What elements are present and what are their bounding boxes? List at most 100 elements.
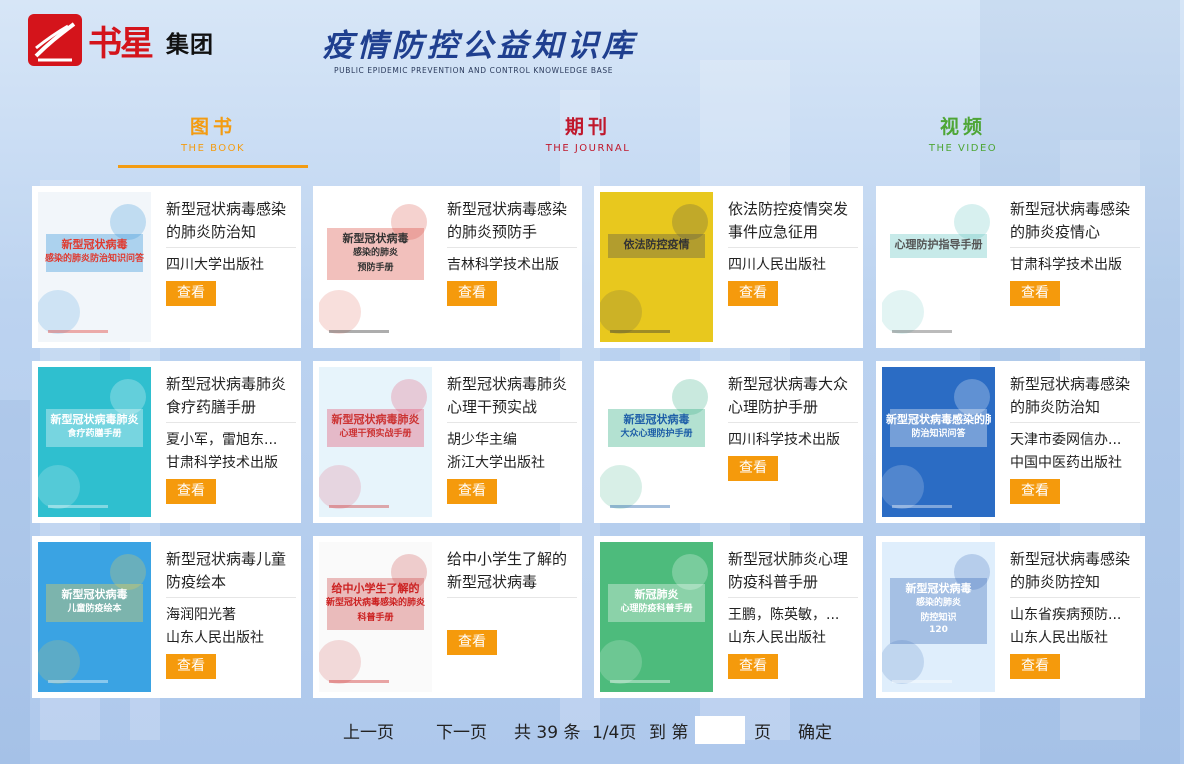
tab-video-label: 视频 [939, 116, 986, 138]
book-cover-text: 新型冠状病毒感染的肺炎 [886, 413, 991, 426]
tab-journal[interactable]: 期刊 THE JOURNAL [493, 112, 683, 168]
book-card[interactable]: 新冠肺炎 心理防疫科普手册 新型冠状肺炎心理防疫科普手册王鹏，陈英敏，... 山东人民… [594, 536, 863, 698]
book-cover-image[interactable]: 心理防护指导手册 [882, 192, 995, 342]
book-card[interactable]: 新型冠状病毒 大众心理防护手册 新型冠状病毒大众心理防护手册 四川科学技术出版 查看 [594, 361, 863, 523]
confirm-button[interactable]: 确定 [798, 718, 832, 743]
book-info: 新型冠状病毒儿童防疫绘本海润阳光著山东人民出版社查看 [166, 548, 296, 679]
page-number-input[interactable] [695, 716, 745, 744]
book-cover-image[interactable]: 新型冠状病毒 感染的肺炎 防控知识 120 [882, 542, 995, 692]
book-cover-text: 新型冠状病毒 [342, 232, 409, 245]
next-page-button[interactable]: 下一页 [436, 718, 487, 743]
book-title[interactable]: 新型冠状病毒肺炎食疗药膳手册 [166, 373, 296, 419]
book-info: 新型冠状病毒大众心理防护手册 四川科学技术出版 查看 [728, 373, 858, 481]
book-info: 新型冠状病毒感染的肺炎疫情心 甘肃科学技术出版 查看 [1010, 198, 1140, 306]
book-publisher: 四川大学出版社 [166, 257, 264, 273]
book-cover-text: 新型冠状病毒 [623, 413, 690, 426]
goto-label: 到 第 [649, 723, 689, 743]
divider [728, 597, 858, 598]
prev-page-button[interactable]: 上一页 [343, 718, 394, 743]
book-title[interactable]: 依法防控疫情突发事件应急征用 [728, 198, 858, 244]
view-button[interactable]: 查看 [728, 456, 778, 481]
view-button[interactable]: 查看 [447, 281, 497, 306]
book-cover-text: 感染的肺炎 [915, 598, 961, 608]
book-card[interactable]: 新型冠状病毒 感染的肺炎 防控知识 120 新型冠状病毒感染的肺炎防控知 山东省疾病预防.… [876, 536, 1145, 698]
tab-video-sublabel: THE VIDEO [928, 143, 998, 154]
book-card[interactable]: 心理防护指导手册 新型冠状病毒感染的肺炎疫情心 甘肃科学技术出版 查看 [876, 186, 1145, 348]
book-cover-text: 新型冠状病毒 [905, 582, 972, 595]
book-publisher: 山东人民出版社 [1010, 630, 1108, 646]
book-cover-text: 依法防控疫情 [623, 238, 690, 251]
book-publisher: 山东人民出版社 [166, 630, 264, 646]
book-cover-text: 感染的肺炎 [352, 248, 398, 258]
book-info: 新型冠状病毒感染的肺炎防治知四川大学出版社查看 [166, 198, 296, 306]
book-cover-image[interactable]: 依法防控疫情 [600, 192, 713, 342]
book-info: 新型冠状病毒肺炎食疗药膳手册夏小军，雷旭东... 甘肃科学技术出版查看 [166, 373, 296, 504]
book-title[interactable]: 新型冠状病毒大众心理防护手册 [728, 373, 858, 419]
book-publisher: 四川人民出版社 [728, 257, 826, 273]
view-button[interactable]: 查看 [1010, 281, 1060, 306]
book-publisher: 中国中医药出版社 [1010, 455, 1122, 471]
book-publisher: 甘肃科学技术出版 [166, 455, 278, 471]
view-button[interactable]: 查看 [166, 479, 216, 504]
book-cover-text: 给中小学生了解的 [331, 582, 420, 595]
view-button[interactable]: 查看 [728, 281, 778, 306]
book-title[interactable]: 新型冠状病毒感染的肺炎防治知 [1010, 373, 1140, 419]
view-button[interactable]: 查看 [166, 281, 216, 306]
book-cover-image[interactable]: 给中小学生了解的 新型冠状病毒感染的肺炎 科普手册 [319, 542, 432, 692]
book-title[interactable]: 新型冠状病毒肺炎心理干预实战 [447, 373, 577, 419]
book-cover-image[interactable]: 新型冠状病毒感染的肺炎防治知识问答 [882, 367, 995, 517]
view-button[interactable]: 查看 [1010, 654, 1060, 679]
divider [728, 422, 858, 423]
book-author: 天津市委网信办... [1010, 432, 1122, 448]
book-cover-image[interactable]: 新型冠状病毒 大众心理防护手册 [600, 367, 713, 517]
book-cover-image[interactable]: 新型冠状病毒 感染的肺炎预防手册 [319, 192, 432, 342]
book-card[interactable]: 新型冠状病毒 感染的肺炎防治知识问答 新型冠状病毒感染的肺炎防治知四川大学出版社查看 [32, 186, 301, 348]
book-cover-text: 120 [929, 625, 948, 635]
book-cover-image[interactable]: 新型冠状病毒 儿童防疫绘本 [38, 542, 151, 692]
book-title[interactable]: 新型冠状病毒感染的肺炎防控知 [1010, 548, 1140, 594]
book-card[interactable]: 新型冠状病毒肺炎 心理干预实战手册 新型冠状病毒肺炎心理干预实战 胡少华主编 浙江大学出… [313, 361, 582, 523]
book-cover-text: 食疗药膳手册 [67, 429, 122, 439]
logo[interactable]: 书星 集团 [28, 14, 224, 70]
tab-book[interactable]: 图书 THE BOOK [118, 112, 308, 168]
book-title[interactable]: 新型冠状肺炎心理防疫科普手册 [728, 548, 858, 594]
view-button[interactable]: 查看 [447, 479, 497, 504]
tab-video[interactable]: 视频 THE VIDEO [868, 112, 1058, 168]
book-cover-text: 大众心理防护手册 [620, 429, 693, 439]
book-card[interactable]: 新型冠状病毒感染的肺炎防治知识问答新型冠状病毒感染的肺炎防治知天津市委网信办..… [876, 361, 1145, 523]
book-cover-text: 新型冠状病毒肺炎 [331, 413, 420, 426]
view-button[interactable]: 查看 [1010, 479, 1060, 504]
book-title[interactable]: 新型冠状病毒感染的肺炎预防手 [447, 198, 577, 244]
book-cover-image[interactable]: 新型冠状病毒肺炎 食疗药膳手册 [38, 367, 151, 517]
book-card[interactable]: 依法防控疫情 依法防控疫情突发事件应急征用四川人民出版社查看 [594, 186, 863, 348]
book-publisher: 山东人民出版社 [728, 630, 826, 646]
divider [728, 247, 858, 248]
book-card[interactable]: 新型冠状病毒 感染的肺炎 预防手册 新型冠状病毒感染的肺炎预防手 吉林科学技术出版 查看 [313, 186, 582, 348]
book-card[interactable]: 给中小学生了解的 新型冠状病毒感染的肺炎 科普手册 给中小学生了解的新型冠状病毒查看 [313, 536, 582, 698]
book-title[interactable]: 新型冠状病毒感染的肺炎防治知 [166, 198, 296, 244]
view-button[interactable]: 查看 [447, 630, 497, 655]
book-title[interactable]: 给中小学生了解的新型冠状病毒 [447, 548, 577, 594]
book-title[interactable]: 新型冠状病毒感染的肺炎疫情心 [1010, 198, 1140, 244]
book-author: 海润阳光著 [166, 607, 236, 623]
book-card[interactable]: 新型冠状病毒 儿童防疫绘本 新型冠状病毒儿童防疫绘本 海润阳光著 山东人民出版社 查看 [32, 536, 301, 698]
divider [1010, 422, 1140, 423]
book-cover-text: 新型冠状病毒 [61, 238, 128, 251]
book-cover-text: 预防手册 [357, 263, 394, 273]
divider [166, 247, 296, 248]
book-title[interactable]: 新型冠状病毒儿童防疫绘本 [166, 548, 296, 594]
book-cover-image[interactable]: 新型冠状病毒感染的肺炎防治知识问答 [38, 192, 151, 342]
book-author: 王鹏，陈英敏，... [728, 607, 840, 623]
book-card[interactable]: 新型冠状病毒肺炎 食疗药膳手册 新型冠状病毒肺炎食疗药膳手册 夏小军，雷旭东... 甘肃… [32, 361, 301, 523]
book-cover-image[interactable]: 新冠肺炎 心理防疫科普手册 [600, 542, 713, 692]
book-cover-image[interactable]: 新型冠状病毒肺炎 心理干预实战手册 [319, 367, 432, 517]
divider [1010, 247, 1140, 248]
logo-text: 书星 [88, 24, 154, 64]
book-cover-text: 心理防疫科普手册 [620, 604, 693, 614]
book-author: 夏小军，雷旭东... [166, 432, 278, 448]
tab-book-label: 图书 [189, 116, 236, 138]
view-button[interactable]: 查看 [728, 654, 778, 679]
book-publisher: 浙江大学出版社 [447, 455, 545, 471]
view-button[interactable]: 查看 [166, 654, 216, 679]
